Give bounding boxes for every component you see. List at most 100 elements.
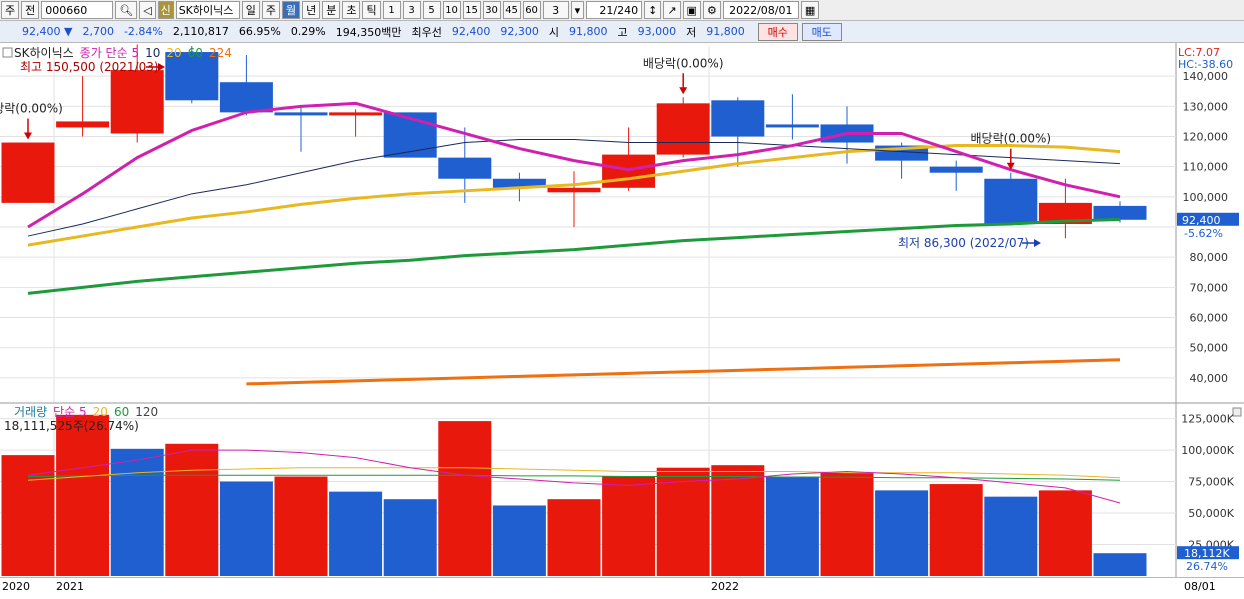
period-week[interactable]: 주 bbox=[261, 1, 280, 19]
price-legend-item: 종가 단순 5 bbox=[80, 46, 139, 60]
interval-60[interactable]: 60 bbox=[522, 1, 541, 19]
best-quote-label: 최우선 bbox=[411, 25, 442, 39]
volume-summary: 18,111,525주(26.74%) bbox=[4, 419, 139, 433]
price-legend-item: 10 bbox=[145, 46, 160, 60]
price-tick-label: 120,000 bbox=[1183, 131, 1229, 144]
volume-bar bbox=[875, 490, 929, 576]
save-icon[interactable]: ▣ bbox=[682, 1, 701, 19]
interval-5[interactable]: 5 bbox=[422, 1, 441, 19]
price-change: 2,700 bbox=[82, 25, 114, 38]
volume-tick-label: 75,000K bbox=[1188, 476, 1234, 489]
interval-45[interactable]: 45 bbox=[502, 1, 521, 19]
trade-amount: 194,350백만 bbox=[335, 25, 402, 39]
price-tick-label: 130,000 bbox=[1183, 100, 1229, 113]
volume: 2,110,817 bbox=[172, 25, 229, 38]
volume-bar bbox=[110, 448, 164, 576]
price-tick-label: 110,000 bbox=[1183, 161, 1229, 174]
price-tick-label: 50,000 bbox=[1190, 342, 1229, 355]
period-year[interactable]: 년 bbox=[302, 1, 321, 19]
open-price: 91,800 bbox=[569, 25, 608, 38]
interval-3[interactable]: 3 bbox=[402, 1, 421, 19]
price-legend: SK하이닉스 종가 단순 5 10 20 60 224 bbox=[14, 46, 232, 60]
candle-body bbox=[711, 100, 765, 137]
candle-body bbox=[984, 178, 1038, 224]
sound-icon[interactable]: ◁ bbox=[139, 1, 156, 19]
stock-code-input[interactable]: 000660 bbox=[41, 1, 114, 19]
volume-bar bbox=[656, 467, 710, 576]
period-tick[interactable]: 틱 bbox=[362, 1, 381, 19]
candle-body bbox=[602, 154, 656, 188]
candle-body bbox=[1, 142, 55, 203]
price-tick-label: 40,000 bbox=[1190, 372, 1229, 385]
time-label-last: 08/01 bbox=[1184, 580, 1216, 593]
buy-button[interactable]: 매수 bbox=[757, 22, 798, 41]
annotation-label: 최고 150,500 (2021/03) bbox=[20, 60, 159, 74]
axis-labels: 140,000 130,000 120,000 110,000 100,000 80,00… bbox=[1177, 46, 1239, 573]
time-label-2021: 2021 bbox=[56, 580, 84, 593]
price-tick-label: 140,000 bbox=[1183, 70, 1229, 83]
time-label-2020: 2020 bbox=[2, 580, 30, 593]
high-price: 93,000 bbox=[637, 25, 677, 38]
last-price-label: 92,400 bbox=[1182, 214, 1221, 227]
volume-bar bbox=[1038, 490, 1092, 576]
draw-icon[interactable]: ↗ bbox=[663, 1, 681, 19]
period-month[interactable]: 월 bbox=[281, 1, 301, 19]
candle-body bbox=[438, 157, 492, 179]
gear-icon[interactable]: ⚙ bbox=[702, 1, 721, 19]
chevron-down-icon[interactable]: ▾ bbox=[570, 1, 585, 19]
ma224-line bbox=[246, 358, 1121, 386]
ask-price: 92,400 bbox=[451, 25, 491, 38]
price-legend-item: 224 bbox=[209, 46, 232, 60]
interval-15[interactable]: 15 bbox=[462, 1, 481, 19]
interval-10[interactable]: 10 bbox=[442, 1, 461, 19]
indicator-icon[interactable]: ↕ bbox=[644, 1, 662, 19]
all-button[interactable]: 전 bbox=[21, 1, 40, 19]
candle-body bbox=[56, 121, 110, 128]
price-tick-label: 100,000 bbox=[1183, 191, 1229, 204]
volume-legend-item: 120 bbox=[135, 405, 158, 419]
credit-badge: 신 bbox=[157, 1, 174, 19]
price-change-pct: -2.84% bbox=[123, 25, 163, 38]
volume-bar bbox=[820, 472, 874, 576]
interval-30[interactable]: 30 bbox=[482, 1, 501, 19]
high-label: 고 bbox=[617, 25, 628, 39]
volume-bar bbox=[602, 476, 656, 576]
low-price: 91,800 bbox=[706, 25, 745, 38]
open-label: 시 bbox=[548, 25, 559, 39]
candle-body bbox=[929, 166, 983, 173]
volume-bar bbox=[56, 414, 110, 576]
volume-bar bbox=[765, 476, 819, 576]
volume-bar bbox=[1, 455, 55, 576]
date-input[interactable]: 2022/08/01 bbox=[722, 1, 799, 19]
last-volume-label: 18,112K bbox=[1184, 547, 1230, 560]
stock-chart[interactable]: 당락(0.00%) 최고 150,500 (2021/03) 배당락(0.00%) 배… bbox=[0, 43, 1244, 577]
volume-legend-item: 단순 5 bbox=[53, 405, 87, 419]
candle-body bbox=[547, 187, 601, 193]
volume-bar bbox=[329, 491, 383, 576]
last-volume-pct: 26.74% bbox=[1186, 560, 1228, 573]
sell-button[interactable]: 매도 bbox=[801, 22, 842, 41]
volume-tick-label: 50,000K bbox=[1188, 507, 1234, 520]
last-change-label: -5.62% bbox=[1184, 227, 1223, 240]
toolbar: 주 전 000660 🔍︎ ◁ 신 SK하이닉스 일 주 월 년 분 초 틱 1… bbox=[0, 0, 1244, 21]
volume-bar bbox=[711, 465, 765, 576]
search-icon[interactable]: 🔍︎ bbox=[115, 1, 138, 19]
volume-bar bbox=[492, 505, 546, 576]
volume-tick-label: 100,000K bbox=[1181, 444, 1234, 457]
period-day[interactable]: 일 bbox=[241, 1, 260, 19]
interval-input[interactable]: 3 bbox=[542, 1, 569, 19]
stock-name: SK하이닉스 bbox=[175, 1, 240, 19]
time-axis bbox=[0, 577, 1244, 599]
market-dropdown[interactable]: 주 bbox=[1, 1, 20, 19]
candle-body bbox=[110, 70, 164, 134]
period-minute[interactable]: 분 bbox=[322, 1, 341, 19]
ratio-2: 0.29% bbox=[290, 25, 326, 38]
volume-legend-item: 60 bbox=[114, 405, 129, 419]
ratio-1: 66.95% bbox=[238, 25, 281, 38]
hc-label: HC:-38.60 bbox=[1178, 58, 1233, 71]
period-second[interactable]: 초 bbox=[342, 1, 361, 19]
annotation-arrowhead bbox=[1034, 239, 1041, 247]
calendar-icon[interactable]: ▦ bbox=[800, 1, 820, 19]
interval-1[interactable]: 1 bbox=[382, 1, 401, 19]
volume-legend-item: 20 bbox=[93, 405, 108, 419]
